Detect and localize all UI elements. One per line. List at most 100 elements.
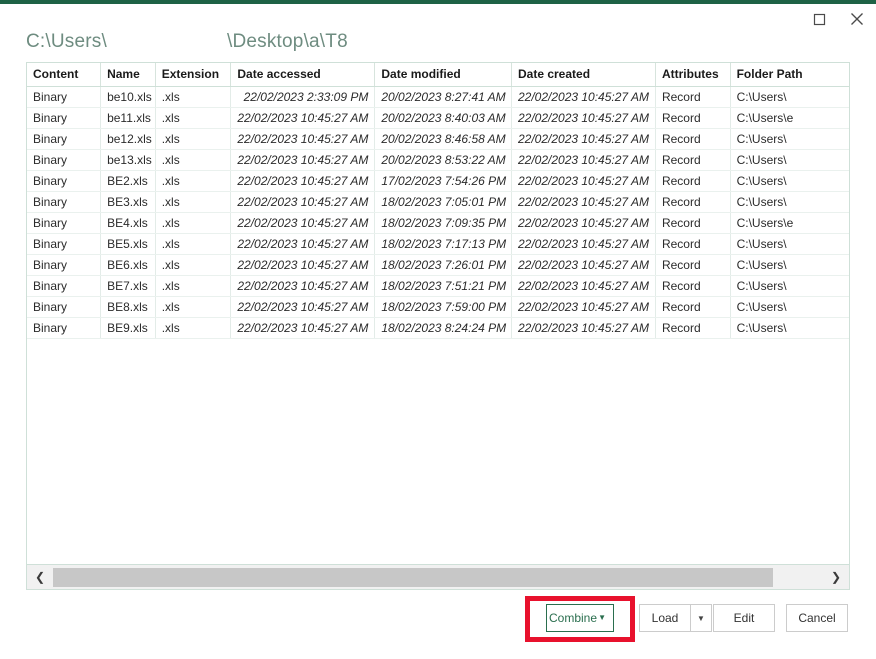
column-header-name[interactable]: Name — [100, 63, 156, 87]
cell-date-accessed: 22/02/2023 10:45:27 AM — [230, 296, 376, 318]
cell-date-modified: 20/02/2023 8:27:41 AM — [374, 86, 512, 108]
table-row[interactable]: Binary BE6.xls .xls 22/02/2023 10:45:27 AM 1… — [27, 254, 849, 276]
dialog-footer: Combine ▼ Load ▼ Edit Cancel — [0, 604, 876, 636]
file-preview-grid[interactable]: Content Name Extension Date accessed Dat… — [26, 62, 850, 565]
dialog-title-prefix: C:\Users\ — [26, 31, 107, 52]
chevron-down-icon: ▼ — [697, 613, 705, 623]
table-row[interactable]: Binary be10.xls .xls 22/02/2023 2:33:09 PM 2… — [27, 86, 849, 108]
cell-folder-path: C:\Users\ — [730, 128, 849, 150]
cell-date-created: 22/02/2023 10:45:27 AM — [511, 317, 656, 339]
cell-date-modified: 17/02/2023 7:54:26 PM — [374, 170, 512, 192]
edit-button-label: Edit — [733, 611, 755, 625]
cell-extension: .xls — [155, 317, 232, 339]
cancel-button[interactable]: Cancel — [786, 604, 848, 632]
cell-content: Binary — [27, 107, 102, 129]
cell-date-accessed: 22/02/2023 10:45:27 AM — [230, 128, 376, 150]
cell-date-accessed: 22/02/2023 10:45:27 AM — [230, 233, 376, 255]
cell-extension: .xls — [155, 128, 232, 150]
cell-content: Binary — [27, 317, 102, 339]
cell-date-accessed: 22/02/2023 10:45:27 AM — [230, 275, 376, 297]
column-header-date-modified[interactable]: Date modified — [374, 63, 512, 87]
cell-content: Binary — [27, 191, 102, 213]
maximize-icon — [813, 13, 826, 26]
column-header-date-accessed[interactable]: Date accessed — [230, 63, 376, 87]
cell-date-modified: 18/02/2023 7:05:01 PM — [374, 191, 512, 213]
cell-extension: .xls — [155, 107, 232, 129]
column-header-date-created[interactable]: Date created — [511, 63, 656, 87]
cell-content: Binary — [27, 149, 102, 171]
cell-name: BE9.xls — [100, 317, 156, 339]
cell-content: Binary — [27, 128, 102, 150]
maximize-button[interactable] — [800, 6, 838, 32]
cell-folder-path: C:\Users\e — [730, 107, 849, 129]
window-controls — [756, 4, 876, 34]
cell-folder-path: C:\Users\ — [730, 296, 849, 318]
table-row[interactable]: Binary be13.xls .xls 22/02/2023 10:45:27 AM… — [27, 149, 849, 171]
cell-name: BE8.xls — [100, 296, 156, 318]
cell-attributes: Record — [655, 128, 731, 150]
cell-name: BE3.xls — [100, 191, 156, 213]
cell-date-accessed: 22/02/2023 10:45:27 AM — [230, 149, 376, 171]
cell-folder-path: C:\Users\ — [730, 317, 849, 339]
cell-attributes: Record — [655, 107, 731, 129]
cell-date-modified: 18/02/2023 8:24:24 PM — [374, 317, 512, 339]
cell-name: BE2.xls — [100, 170, 156, 192]
cell-name: BE6.xls — [100, 254, 156, 276]
scroll-left-icon[interactable]: ❮ — [27, 566, 53, 589]
cell-date-modified: 18/02/2023 7:59:00 PM — [374, 296, 512, 318]
table-row[interactable]: Binary BE4.xls .xls 22/02/2023 10:45:27 AM 1… — [27, 212, 849, 234]
load-dropdown-button[interactable]: ▼ — [690, 604, 712, 632]
table-row[interactable]: Binary be12.xls .xls 22/02/2023 10:45:27 AM… — [27, 128, 849, 150]
load-button-label: Load — [651, 611, 679, 625]
cell-attributes: Record — [655, 317, 731, 339]
cell-name: BE7.xls — [100, 275, 156, 297]
table-row[interactable]: Binary be11.xls .xls 22/02/2023 10:45:27 AM… — [27, 107, 849, 129]
cell-date-created: 22/02/2023 10:45:27 AM — [511, 107, 656, 129]
cell-content: Binary — [27, 233, 102, 255]
edit-button[interactable]: Edit — [713, 604, 775, 632]
file-table: Content Name Extension Date accessed Dat… — [27, 63, 849, 339]
cell-extension: .xls — [155, 149, 232, 171]
column-header-attributes[interactable]: Attributes — [655, 63, 731, 87]
cell-name: BE4.xls — [100, 212, 156, 234]
combine-button-label: Combine — [548, 611, 598, 625]
cell-extension: .xls — [155, 233, 232, 255]
cell-date-modified: 18/02/2023 7:26:01 PM — [374, 254, 512, 276]
table-row[interactable]: Binary BE7.xls .xls 22/02/2023 10:45:27 AM 1… — [27, 275, 849, 297]
table-row[interactable]: Binary BE5.xls .xls 22/02/2023 10:45:27 AM 1… — [27, 233, 849, 255]
column-header-extension[interactable]: Extension — [155, 63, 232, 87]
table-row[interactable]: Binary BE8.xls .xls 22/02/2023 10:45:27 AM 1… — [27, 296, 849, 318]
table-row[interactable]: Binary BE3.xls .xls 22/02/2023 10:45:27 AM 1… — [27, 191, 849, 213]
cell-attributes: Record — [655, 233, 731, 255]
scrollbar-track[interactable] — [53, 565, 823, 589]
cell-date-accessed: 22/02/2023 10:45:27 AM — [230, 317, 376, 339]
combine-button[interactable]: Combine ▼ — [546, 604, 614, 632]
scrollbar-thumb[interactable] — [53, 567, 773, 587]
table-header-row: Content Name Extension Date accessed Dat… — [27, 63, 849, 87]
cell-date-modified: 20/02/2023 8:53:22 AM — [374, 149, 512, 171]
dialog-title: C:\Users\ \Desktop\a\T8 — [26, 31, 348, 53]
cell-extension: .xls — [155, 86, 232, 108]
chevron-down-icon: ▼ — [598, 613, 606, 622]
cell-date-created: 22/02/2023 10:45:27 AM — [511, 191, 656, 213]
cell-extension: .xls — [155, 170, 232, 192]
cell-attributes: Record — [655, 212, 731, 234]
dialog-title-suffix: \Desktop\a\T8 — [226, 31, 348, 52]
cancel-button-label: Cancel — [798, 611, 836, 625]
cell-date-modified: 18/02/2023 7:51:21 PM — [374, 275, 512, 297]
load-button[interactable]: Load — [639, 604, 691, 632]
cell-content: Binary — [27, 170, 102, 192]
horizontal-scrollbar[interactable]: ❮ ❯ — [26, 565, 850, 590]
column-header-folder-path[interactable]: Folder Path — [730, 63, 849, 87]
cell-content: Binary — [27, 296, 102, 318]
scroll-right-icon[interactable]: ❯ — [823, 566, 849, 589]
cell-attributes: Record — [655, 275, 731, 297]
cell-folder-path: C:\Users\ — [730, 254, 849, 276]
cell-extension: .xls — [155, 296, 232, 318]
close-button[interactable] — [838, 6, 876, 32]
cell-folder-path: C:\Users\ — [730, 191, 849, 213]
table-row[interactable]: Binary BE9.xls .xls 22/02/2023 10:45:27 AM 1… — [27, 317, 849, 339]
column-header-content[interactable]: Content — [27, 63, 102, 87]
table-row[interactable]: Binary BE2.xls .xls 22/02/2023 10:45:27 AM 1… — [27, 170, 849, 192]
cell-attributes: Record — [655, 86, 731, 108]
